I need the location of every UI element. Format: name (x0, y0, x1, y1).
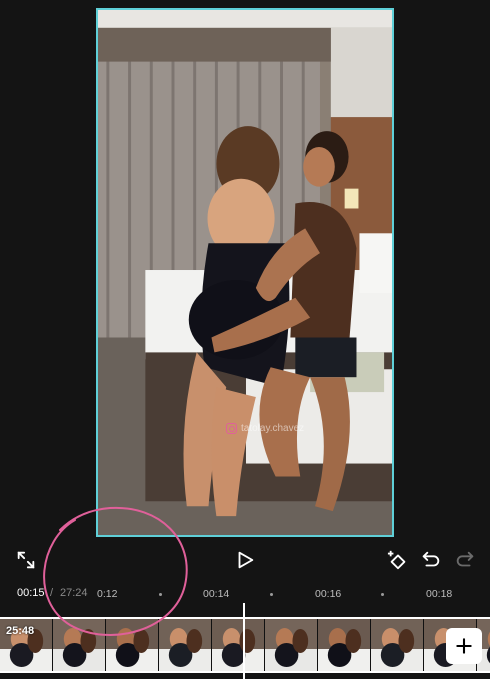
tick-dot (270, 593, 273, 596)
plus-icon (456, 638, 472, 654)
clip-thumbnail (265, 619, 318, 671)
tick-label: 00:18 (426, 588, 453, 600)
fullscreen-icon[interactable] (14, 548, 38, 572)
video-editor: tatolay.chavez 00:15 / 27:24 0:12 00:14 … (0, 0, 490, 679)
playback-controls (0, 540, 490, 580)
video-preview[interactable]: tatolay.chavez (96, 8, 394, 537)
clip-thumbnail (318, 619, 371, 671)
clip-thumbnail (371, 619, 424, 671)
time-separator: / (50, 587, 54, 599)
clip-thumbnail (53, 619, 106, 671)
watermark-text: tatolay.chavez (241, 423, 305, 434)
keyframe-add-icon[interactable] (386, 548, 410, 572)
current-time: 00:15 (17, 587, 45, 599)
clip-thumbnail (212, 619, 265, 671)
clip-thumbnail (106, 619, 159, 671)
instagram-watermark: tatolay.chavez (226, 423, 304, 434)
playhead[interactable] (243, 603, 245, 679)
instagram-icon (226, 423, 237, 434)
tick-label: 00:16 (315, 588, 342, 600)
tick-dot (159, 593, 162, 596)
timeline-track[interactable]: 25:48 (0, 617, 490, 673)
video-frame-image (98, 10, 392, 535)
video-clip[interactable] (0, 617, 490, 673)
tick-label: 0:12 (97, 588, 118, 600)
tick-dot (381, 593, 384, 596)
redo-icon[interactable] (453, 548, 477, 572)
add-clip-button[interactable] (446, 628, 482, 664)
clip-duration: 25:48 (6, 625, 35, 637)
tick-label: 00:14 (203, 588, 230, 600)
time-ruler[interactable]: 00:15 / 27:24 0:12 00:14 00:16 00:18 (0, 582, 490, 606)
undo-icon[interactable] (419, 548, 443, 572)
clip-thumbnail (159, 619, 212, 671)
total-time: 27:24 (60, 587, 88, 599)
play-icon[interactable] (233, 548, 257, 572)
